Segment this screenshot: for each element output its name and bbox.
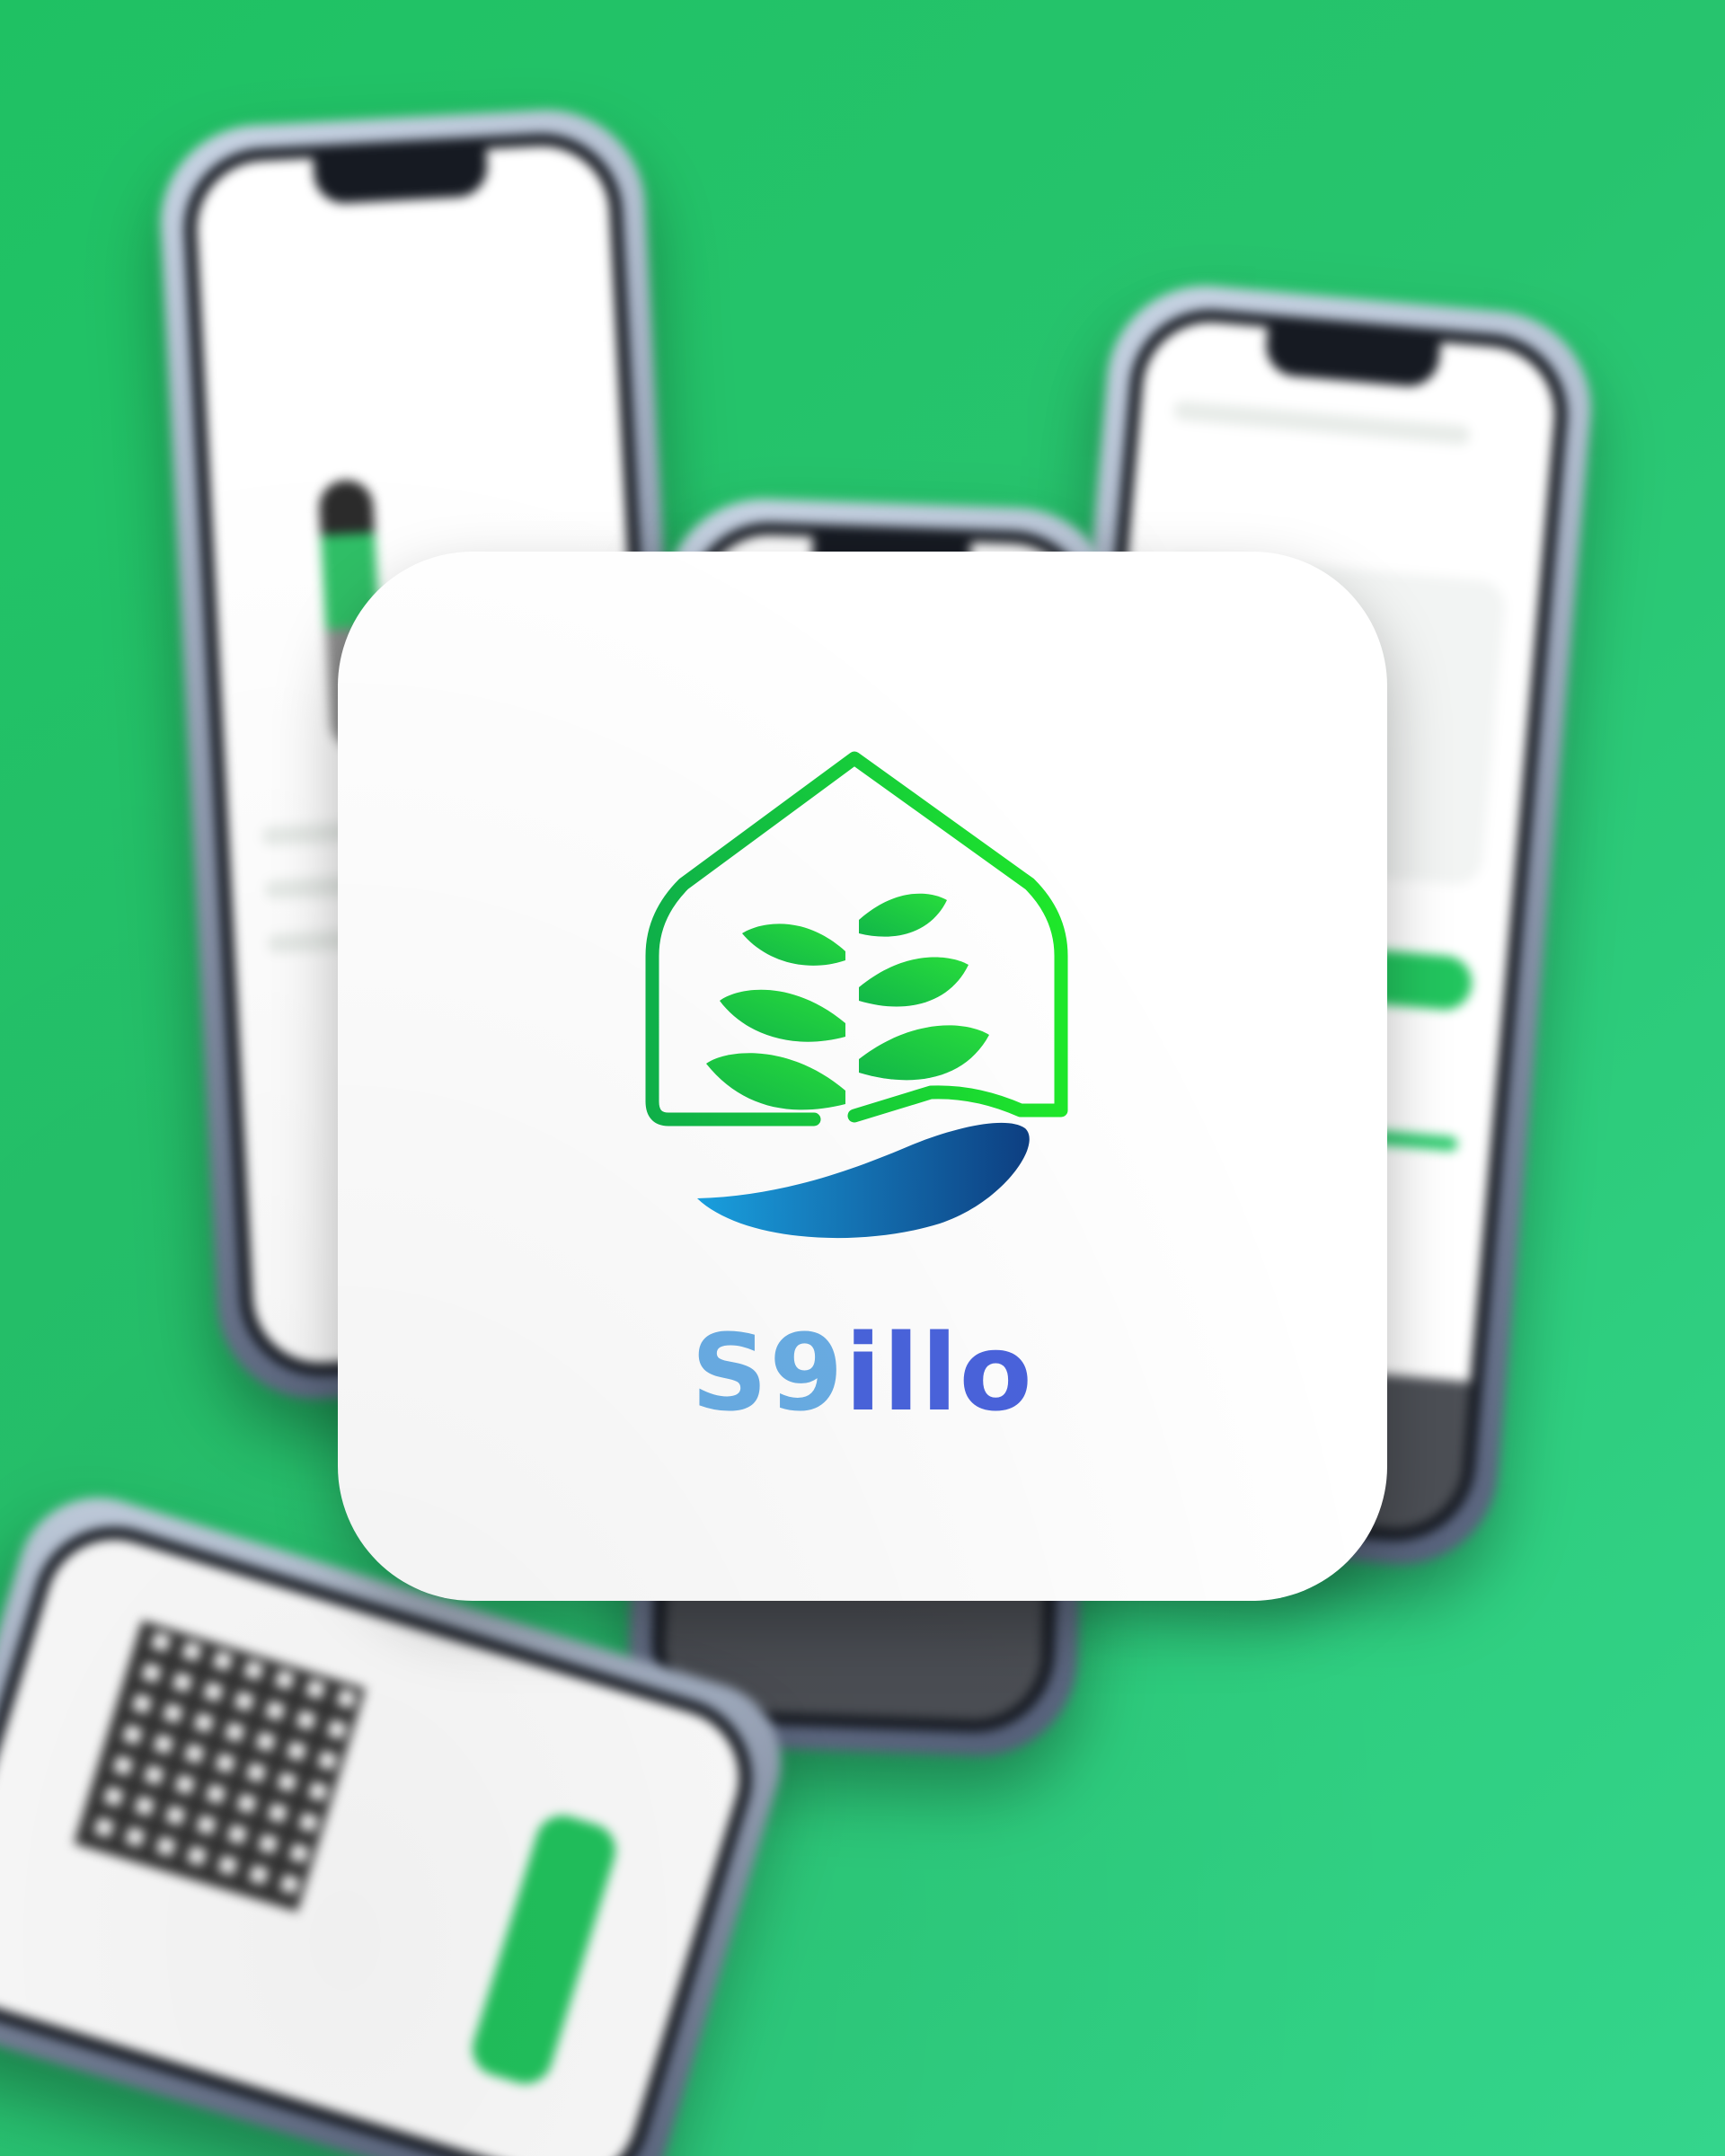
brand-wordmark-part-1: S9 [691,1311,845,1435]
promo-background: S9illo [0,0,1725,2156]
qr-code-icon [74,1620,366,1913]
brand-wordmark-part-2: illo [845,1311,1034,1435]
plant-in-water-drop-icon [645,751,1068,1239]
brand-wordmark: S9illo [338,1320,1387,1426]
app-icon[interactable]: S9illo [338,552,1387,1601]
